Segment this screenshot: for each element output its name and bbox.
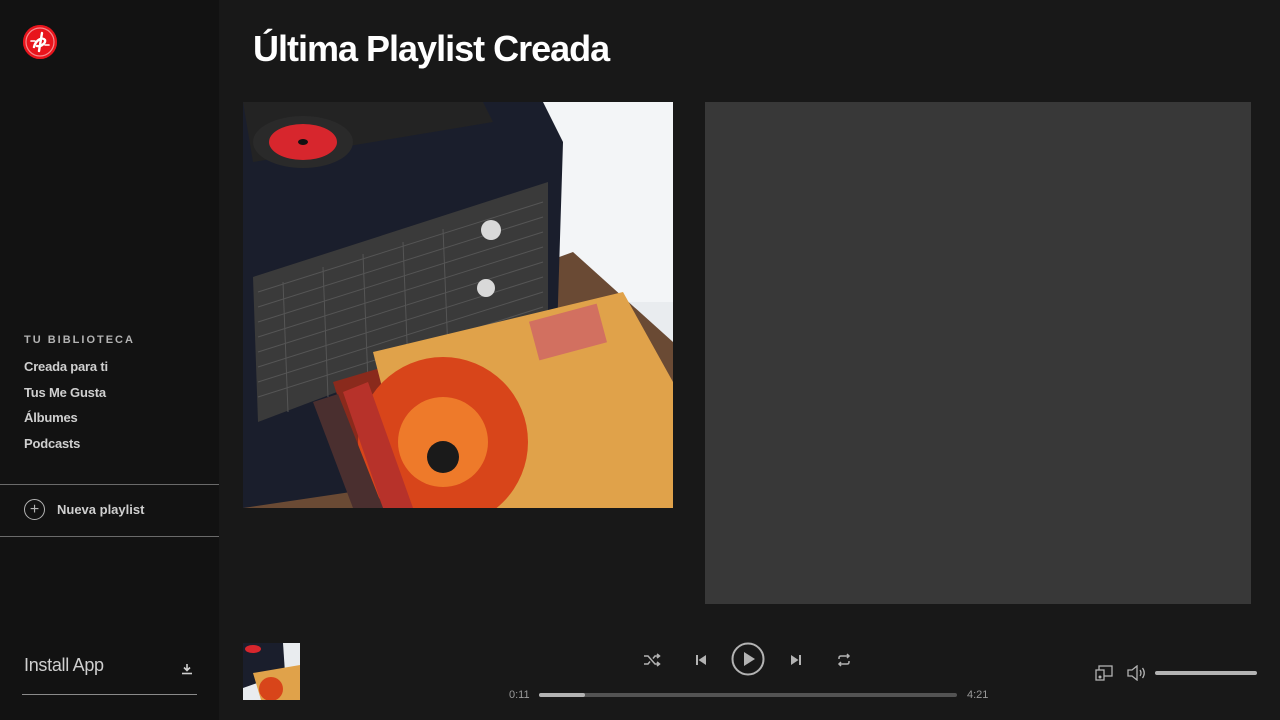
- app-logo-icon[interactable]: [23, 25, 57, 59]
- player-bar: 0:11 4:21: [219, 620, 1280, 720]
- devices-icon[interactable]: [1095, 664, 1113, 682]
- previous-icon[interactable]: [691, 650, 711, 670]
- next-icon[interactable]: [786, 650, 806, 670]
- elapsed-time: 0:11: [509, 689, 530, 701]
- playlist-tracks-panel: [705, 102, 1251, 604]
- library-heading: TU BIBLIOTECA: [24, 334, 135, 346]
- new-playlist-button[interactable]: + Nueva playlist: [24, 499, 144, 520]
- progress-bar[interactable]: [539, 693, 957, 697]
- install-app-label: Install App: [24, 655, 104, 675]
- playlist-cover-image[interactable]: [243, 102, 673, 508]
- divider: [0, 484, 219, 485]
- download-icon: [181, 662, 193, 680]
- progress-fill: [539, 693, 585, 697]
- sidebar-item-albumes[interactable]: Álbumes: [24, 409, 108, 435]
- page-title: Última Playlist Creada: [253, 28, 610, 69]
- sidebar: TU BIBLIOTECA Creada para ti Tus Me Gust…: [0, 0, 219, 720]
- library-list: Creada para ti Tus Me Gusta Álbumes Podc…: [24, 358, 108, 461]
- install-app-button[interactable]: Install App: [22, 655, 197, 695]
- repeat-icon[interactable]: [834, 650, 854, 670]
- new-playlist-label: Nueva playlist: [57, 502, 145, 517]
- sidebar-item-podcasts[interactable]: Podcasts: [24, 435, 108, 461]
- sidebar-item-creada-para-ti[interactable]: Creada para ti: [24, 358, 108, 384]
- volume-slider[interactable]: [1155, 671, 1257, 675]
- divider: [0, 536, 219, 537]
- shuffle-icon[interactable]: [642, 650, 662, 670]
- sidebar-item-tus-me-gusta[interactable]: Tus Me Gusta: [24, 384, 108, 410]
- plus-circle-icon: +: [24, 499, 45, 520]
- volume-icon[interactable]: [1127, 664, 1147, 682]
- play-icon[interactable]: [731, 642, 765, 676]
- total-duration: 4:21: [967, 689, 989, 701]
- now-playing-thumbnail[interactable]: [243, 643, 300, 700]
